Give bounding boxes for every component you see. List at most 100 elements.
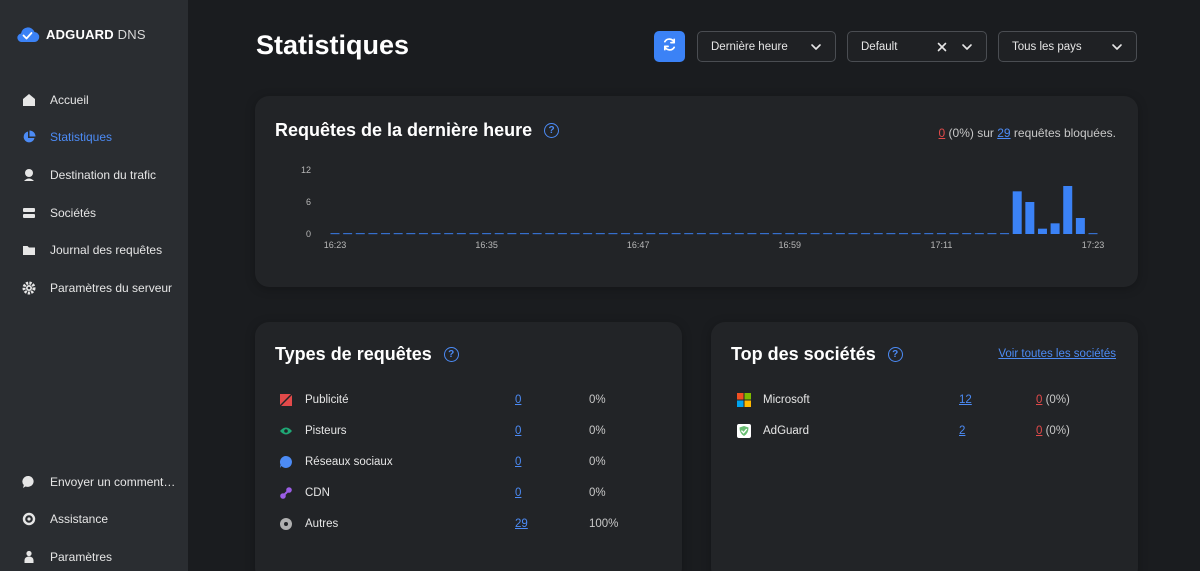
x-tick-label: 16:47 (627, 240, 650, 250)
chart-bar[interactable] (696, 233, 706, 235)
sidebar-item-accueil[interactable]: Accueil (0, 81, 188, 119)
chart-bar[interactable] (974, 233, 984, 235)
chart-bar[interactable] (494, 233, 504, 235)
help-icon[interactable]: ? (443, 347, 459, 362)
eye-icon (279, 424, 293, 438)
chart-bar[interactable] (520, 233, 529, 235)
chart-bar[interactable] (671, 233, 681, 235)
sidebar-item-label: Journal des requêtes (50, 243, 163, 258)
chart-bar[interactable] (772, 233, 782, 235)
sidebar-item-destination[interactable]: Destination du trafic (0, 156, 188, 194)
sidebar-item-assistance[interactable]: Assistance (0, 501, 188, 539)
chart-bar[interactable] (747, 233, 757, 235)
chart-bar[interactable] (785, 233, 795, 235)
server-value: Default (861, 40, 898, 53)
refresh-button[interactable] (654, 31, 685, 62)
app-logo[interactable]: ADGUARD DNS (14, 20, 146, 48)
chart-bar[interactable] (393, 233, 403, 235)
type-count-link[interactable]: 0 (515, 456, 521, 468)
chart-bar[interactable] (545, 233, 555, 235)
see-all-companies-link[interactable]: Voir toutes les sociétés (998, 348, 1116, 360)
chart-bar[interactable] (1012, 191, 1022, 234)
chart-bar[interactable] (608, 233, 618, 235)
chart-bar[interactable] (633, 233, 643, 235)
type-label: Réseaux sociaux (305, 456, 393, 468)
chart-bar[interactable] (873, 233, 883, 235)
lifebuoy-icon (21, 511, 37, 527)
server-select[interactable]: Default (847, 31, 987, 62)
company-count-link[interactable]: 12 (959, 394, 972, 406)
chart-bar[interactable] (760, 233, 770, 235)
chart-bar[interactable] (823, 233, 833, 235)
chart-bar[interactable] (621, 233, 631, 235)
chart-bar[interactable] (734, 233, 744, 235)
sidebar-item-feedback[interactable]: Envoyer un comment… (0, 463, 188, 501)
chevron-down-icon (961, 41, 973, 56)
time-range-select[interactable]: Dernière heure (697, 31, 836, 62)
chart-bar[interactable] (709, 233, 719, 235)
chart-bar[interactable] (456, 233, 466, 235)
chart-bar[interactable] (835, 233, 845, 235)
chart-bar[interactable] (444, 233, 454, 235)
chart-bar[interactable] (886, 233, 896, 235)
chart-bar[interactable] (658, 233, 668, 235)
type-count-link[interactable]: 0 (515, 425, 521, 437)
type-count-link[interactable]: 0 (515, 394, 521, 406)
chart-bar[interactable] (507, 233, 517, 235)
gear-icon (21, 280, 37, 296)
clear-icon[interactable] (936, 41, 948, 56)
chart-bar[interactable] (330, 233, 340, 235)
chart-bar[interactable] (469, 233, 479, 235)
chart-bar[interactable] (924, 233, 934, 235)
chart-bar[interactable] (1025, 202, 1035, 234)
chart-bar[interactable] (949, 233, 959, 235)
chart-bar[interactable] (810, 233, 820, 235)
company-blocked-pct: (0%) (1042, 394, 1070, 406)
chart-bar[interactable] (532, 233, 542, 235)
chart-bar[interactable] (684, 233, 694, 235)
sidebar-item-societes[interactable]: Sociétés (0, 194, 188, 232)
social-bubble-icon (279, 455, 293, 469)
chart-bar[interactable] (722, 233, 732, 235)
chart-bar[interactable] (962, 233, 972, 235)
chart-bar[interactable] (899, 233, 908, 235)
type-count-link[interactable]: 0 (515, 487, 521, 499)
type-label: Publicité (305, 394, 349, 406)
chart-bar[interactable] (557, 233, 567, 235)
chart-bar[interactable] (1000, 233, 1010, 235)
chart-bar[interactable] (911, 233, 921, 235)
chart-bar[interactable] (355, 233, 365, 235)
type-count-link[interactable]: 29 (515, 518, 528, 530)
chart-bar[interactable] (431, 233, 441, 235)
chart-bar[interactable] (1088, 233, 1098, 235)
chart-bar[interactable] (936, 233, 946, 235)
chart-bar[interactable] (1075, 218, 1085, 234)
help-icon[interactable]: ? (887, 347, 903, 362)
chart-bar[interactable] (797, 233, 807, 235)
country-select[interactable]: Tous les pays (998, 31, 1137, 62)
chart-bar[interactable] (406, 233, 416, 235)
sidebar-item-journal[interactable]: Journal des requêtes (0, 231, 188, 269)
chart-bar[interactable] (343, 233, 353, 235)
company-count-link[interactable]: 2 (959, 425, 965, 437)
chart-bar[interactable] (482, 233, 492, 235)
sidebar-item-parametres[interactable]: Paramètres (0, 538, 188, 571)
chart-bar[interactable] (1050, 223, 1060, 234)
sidebar-item-label: Statistiques (50, 130, 113, 145)
sidebar-item-statistiques[interactable]: Statistiques (0, 119, 188, 157)
chart-bar[interactable] (595, 233, 605, 235)
company-label: Microsoft (763, 394, 810, 406)
chart-bar[interactable] (848, 233, 858, 235)
chart-bar[interactable] (1063, 186, 1073, 234)
chart-bar[interactable] (1037, 228, 1047, 234)
chart-bar[interactable] (418, 233, 428, 235)
chart-bar[interactable] (583, 233, 593, 235)
chart-bar[interactable] (381, 233, 391, 235)
chart-bar[interactable] (646, 233, 656, 235)
chart-bar[interactable] (987, 233, 997, 235)
chart-bar[interactable] (368, 233, 378, 235)
sidebar-item-parametres-serveur[interactable]: Paramètres du serveur (0, 269, 188, 307)
list-item: CDN 0 0% (279, 483, 639, 503)
chart-bar[interactable] (861, 233, 871, 235)
chart-bar[interactable] (570, 233, 580, 235)
